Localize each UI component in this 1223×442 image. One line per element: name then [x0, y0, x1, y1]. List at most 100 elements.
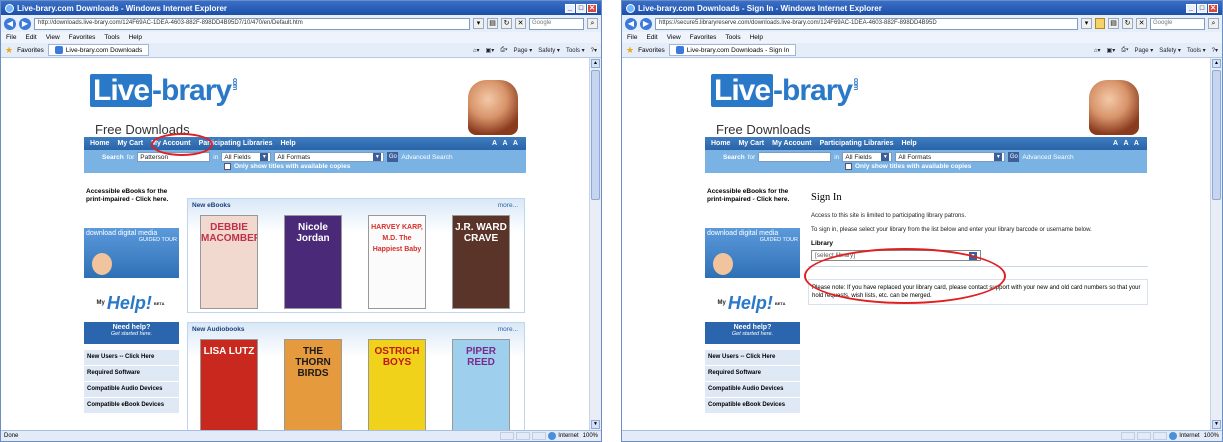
- cmd-safety[interactable]: Safety ▾: [538, 47, 560, 54]
- fields-select[interactable]: All Fields ▼: [221, 152, 272, 162]
- menu-edit[interactable]: Edit: [646, 34, 657, 41]
- text-size-control[interactable]: A A A: [1113, 140, 1141, 147]
- fields-select[interactable]: All Fields ▼: [842, 152, 893, 162]
- guided-tour-banner[interactable]: download digital media GUIDED TOUR: [705, 228, 800, 278]
- available-checkbox[interactable]: [845, 163, 852, 170]
- cmd-tools[interactable]: Tools ▾: [566, 47, 585, 54]
- need-help-button[interactable]: Need help? Get started here.: [705, 322, 800, 344]
- refresh-icon[interactable]: ↻: [1122, 18, 1133, 29]
- nav-home[interactable]: Home: [711, 140, 730, 147]
- url-field[interactable]: https://secure5.libraryreserve.com/downl…: [655, 17, 1078, 30]
- nav-my-account[interactable]: My Account: [772, 140, 811, 147]
- menu-file[interactable]: File: [6, 34, 16, 41]
- text-size-control[interactable]: A A A: [492, 140, 520, 147]
- lock-icon[interactable]: [1095, 18, 1105, 29]
- feeds-icon[interactable]: ▣▾: [486, 47, 495, 54]
- book-cover[interactable]: Nicole Jordan: [284, 215, 342, 309]
- cmd-safety[interactable]: Safety ▾: [1159, 47, 1181, 54]
- myhelp-logo[interactable]: My Help! BETA: [705, 286, 800, 320]
- cmd-page[interactable]: Page ▾: [514, 47, 533, 54]
- menu-favorites[interactable]: Favorites: [69, 34, 96, 41]
- sidebar-link-required-software[interactable]: Required Software: [84, 366, 179, 382]
- print-icon[interactable]: ⎙▾: [1121, 47, 1128, 54]
- print-icon[interactable]: ⎙▾: [500, 47, 507, 54]
- menu-tools[interactable]: Tools: [104, 34, 119, 41]
- book-cover[interactable]: HARVEY KARP, M.D. The Happiest Baby: [368, 215, 426, 309]
- sidebar-link-ebook-devices[interactable]: Compatible eBook Devices: [705, 398, 800, 414]
- browser-tab[interactable]: Live-brary.com Downloads - Sign In: [668, 44, 797, 56]
- dropdown-icon[interactable]: ▾: [473, 18, 484, 29]
- stop-icon[interactable]: ✕: [515, 18, 526, 29]
- search-input[interactable]: Google: [529, 17, 584, 30]
- stop-icon[interactable]: ✕: [1136, 18, 1147, 29]
- home-icon[interactable]: ⌂▾: [1094, 47, 1101, 54]
- dropdown-icon[interactable]: ▾: [1081, 18, 1092, 29]
- back-button[interactable]: ◀: [4, 17, 16, 30]
- vertical-scrollbar[interactable]: ▲ ▼: [589, 58, 601, 430]
- refresh-icon[interactable]: ↻: [501, 18, 512, 29]
- audiobook-cover[interactable]: THE THORN BIRDS: [284, 339, 342, 430]
- zoom-level[interactable]: 100%: [583, 433, 598, 439]
- menu-file[interactable]: File: [627, 34, 637, 41]
- forward-button[interactable]: ▶: [640, 17, 652, 30]
- more-link[interactable]: more...: [498, 326, 518, 333]
- search-icon[interactable]: ⌕: [587, 18, 598, 29]
- scroll-thumb[interactable]: [1212, 70, 1221, 200]
- star-icon[interactable]: ★: [5, 45, 13, 56]
- audiobook-cover[interactable]: PIPER REED: [452, 339, 510, 430]
- feeds-icon[interactable]: ▣▾: [1107, 47, 1116, 54]
- menu-favorites[interactable]: Favorites: [690, 34, 717, 41]
- sidebar-link-new-users[interactable]: New Users -- Click Here: [705, 350, 800, 366]
- search-field[interactable]: [758, 152, 832, 162]
- nav-help[interactable]: Help: [280, 140, 295, 147]
- maximize-button[interactable]: □: [576, 3, 586, 13]
- vertical-scrollbar[interactable]: ▲ ▼: [1210, 58, 1222, 430]
- search-icon[interactable]: ⌕: [1208, 18, 1219, 29]
- site-logo[interactable]: Live -brarycom: [90, 74, 238, 108]
- compat-icon[interactable]: ▤: [487, 18, 498, 29]
- menu-edit[interactable]: Edit: [25, 34, 36, 41]
- accessible-ebooks-link[interactable]: Accessible eBooks for the print-impaired…: [84, 186, 179, 222]
- nav-help[interactable]: Help: [901, 140, 916, 147]
- menu-view[interactable]: View: [667, 34, 681, 41]
- back-button[interactable]: ◀: [625, 17, 637, 30]
- guided-tour-banner[interactable]: download digital media GUIDED TOUR: [84, 228, 179, 278]
- star-icon[interactable]: ★: [626, 45, 634, 56]
- nav-home[interactable]: Home: [90, 140, 109, 147]
- minimize-button[interactable]: _: [1186, 3, 1196, 13]
- close-button[interactable]: ✕: [587, 3, 597, 13]
- need-help-button[interactable]: Need help? Get started here.: [84, 322, 179, 344]
- sidebar-link-required-software[interactable]: Required Software: [705, 366, 800, 382]
- formats-select[interactable]: All Formats ▼: [274, 152, 385, 162]
- favorites-label[interactable]: Favorites: [17, 47, 44, 54]
- nav-my-cart[interactable]: My Cart: [117, 140, 143, 147]
- nav-my-cart[interactable]: My Cart: [738, 140, 764, 147]
- sidebar-link-ebook-devices[interactable]: Compatible eBook Devices: [84, 398, 179, 414]
- sidebar-link-audio-devices[interactable]: Compatible Audio Devices: [84, 382, 179, 398]
- book-cover[interactable]: DEBBIE MACOMBER: [200, 215, 258, 309]
- menu-tools[interactable]: Tools: [725, 34, 740, 41]
- advanced-search-link[interactable]: Advanced Search: [401, 154, 452, 161]
- cmd-tools[interactable]: Tools ▾: [1187, 47, 1206, 54]
- zoom-level[interactable]: 100%: [1204, 433, 1219, 439]
- site-logo[interactable]: Live -brarycom: [711, 74, 859, 108]
- menu-help[interactable]: Help: [129, 34, 142, 41]
- maximize-button[interactable]: □: [1197, 3, 1207, 13]
- help-icon[interactable]: ?▾: [591, 47, 597, 54]
- forward-button[interactable]: ▶: [19, 17, 31, 30]
- nav-participating-libraries[interactable]: Participating Libraries: [820, 140, 894, 147]
- help-icon[interactable]: ?▾: [1212, 47, 1218, 54]
- close-button[interactable]: ✕: [1208, 3, 1218, 13]
- more-link[interactable]: more...: [498, 202, 518, 209]
- advanced-search-link[interactable]: Advanced Search: [1022, 154, 1073, 161]
- audiobook-cover[interactable]: LISA LUTZ: [200, 339, 258, 430]
- search-input[interactable]: Google: [1150, 17, 1205, 30]
- available-checkbox[interactable]: [224, 163, 231, 170]
- book-cover[interactable]: J.R. WARD CRAVE: [452, 215, 510, 309]
- formats-select[interactable]: All Formats ▼: [895, 152, 1006, 162]
- favorites-label[interactable]: Favorites: [638, 47, 665, 54]
- myhelp-logo[interactable]: My Help! BETA: [84, 286, 179, 320]
- sidebar-link-audio-devices[interactable]: Compatible Audio Devices: [705, 382, 800, 398]
- accessible-ebooks-link[interactable]: Accessible eBooks for the print-impaired…: [705, 186, 800, 222]
- menu-help[interactable]: Help: [750, 34, 763, 41]
